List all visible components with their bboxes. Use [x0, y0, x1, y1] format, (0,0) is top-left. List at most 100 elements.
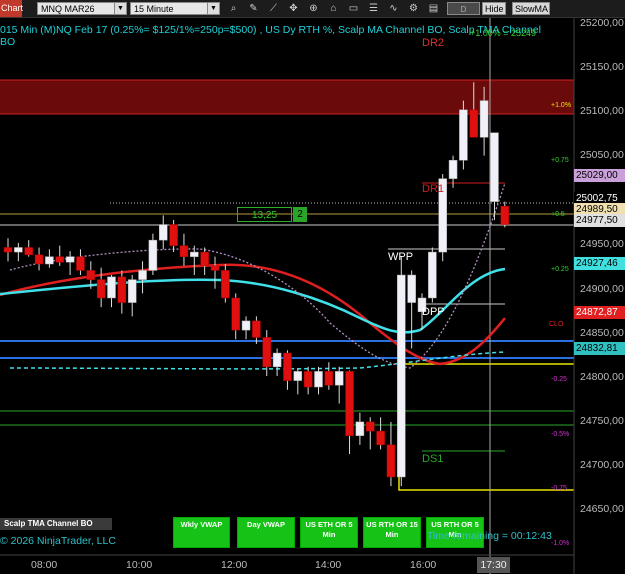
candle-body: [252, 320, 261, 338]
candle-body: [376, 430, 385, 446]
candle-body: [262, 337, 271, 368]
scalp-indicator-label: Scalp TMA Channel BO: [0, 518, 112, 530]
day-vwap-button[interactable]: Day VWAP: [237, 517, 295, 548]
candle-body: [500, 205, 510, 225]
candle-body: [448, 160, 458, 179]
info-line-1: 015 Min (M)NQ Feb 17 (0.25%= $125/1%=250…: [0, 24, 541, 36]
candle-body: [231, 297, 240, 331]
position-avg-price[interactable]: 13,25: [237, 207, 292, 222]
template-icon[interactable]: ▤: [427, 2, 440, 15]
candle-body: [366, 421, 375, 432]
properties-icon[interactable]: ☰: [367, 2, 380, 15]
instrument-value: MNQ MAR26: [41, 4, 95, 14]
candle-body: [221, 270, 230, 299]
candle-body: [386, 444, 396, 478]
copyright-text: © 2026 NinjaTrader, LLC: [0, 535, 116, 547]
dpp-label: DPP: [422, 306, 445, 318]
candle-body: [148, 239, 158, 271]
time-label: 10:00: [126, 559, 153, 571]
candle-body: [86, 270, 96, 280]
price-axis-label: 24800,00: [580, 371, 624, 383]
candle-body: [45, 256, 54, 265]
instrument-selector[interactable]: MNQ MAR26 ▼: [37, 2, 127, 15]
time-label: 14:00: [315, 559, 342, 571]
pan-icon[interactable]: ✥: [287, 2, 300, 15]
candle-body: [169, 224, 178, 246]
candle-body: [345, 371, 354, 436]
dvwap-button[interactable]: D VWAP: [447, 2, 480, 27]
candle-body: [159, 224, 168, 241]
price-axis-label: 24850,00: [580, 327, 624, 339]
draw-pencil-icon[interactable]: ✎: [247, 2, 260, 15]
chart-info-text: 015 Min (M)NQ Feb 17 (0.25%= $125/1%=250…: [0, 24, 541, 48]
us-rth-or-15-button[interactable]: US RTH OR 15 Min: [363, 517, 421, 548]
hide-button[interactable]: Hide: [482, 2, 506, 15]
candle-body: [138, 270, 147, 280]
candle-body: [117, 276, 127, 303]
candle-body: [200, 251, 209, 267]
indicators-icon[interactable]: ∿: [387, 2, 400, 15]
candle-body: [314, 371, 323, 388]
candle-body: [3, 247, 13, 253]
candle-body: [324, 371, 334, 386]
candle-body: [55, 256, 64, 263]
us-eth-or-5-button[interactable]: US ETH OR 5 Min: [300, 517, 358, 548]
price-tag: 25029,00: [574, 169, 625, 182]
candle-body: [293, 371, 303, 381]
strategies-icon[interactable]: ⚙: [407, 2, 420, 15]
price-axis-label: 24650,00: [580, 503, 624, 515]
candle-body: [283, 352, 292, 381]
slowma-button[interactable]: SlowMA: [512, 2, 550, 15]
pct-plus-025: +0.25: [551, 266, 569, 273]
candle-body: [190, 251, 199, 257]
magnet-icon[interactable]: ⌂: [327, 2, 340, 15]
price-tag: 24872,87: [574, 306, 625, 319]
candle-body: [127, 279, 137, 303]
pct-minus-025: -0.25: [551, 376, 567, 383]
chevron-down-icon: ▼: [114, 3, 126, 14]
pct-minus-050: -0.5%: [551, 431, 570, 438]
candle-body: [428, 251, 437, 299]
candle-body: [34, 254, 44, 265]
candle-body: [479, 100, 489, 138]
toolbar: Chart MNQ MAR26 ▼ 15 Minute ▼ ⌕ ✎ ⟋ ✥ ⊕ …: [0, 0, 625, 27]
pct-minus-075: -0.75: [551, 485, 567, 492]
candle-body: [355, 421, 365, 436]
price-axis-label: 25050,00: [580, 149, 624, 161]
price-axis-label: 24700,00: [580, 459, 624, 471]
candle-body: [459, 109, 468, 161]
zoom-icon[interactable]: ⌕: [227, 2, 240, 15]
chart-canvas[interactable]: [0, 18, 625, 574]
candle-body: [241, 320, 251, 331]
candle-body: [334, 371, 344, 386]
price-axis-label: 25150,00: [580, 61, 624, 73]
candle-body: [210, 265, 220, 271]
pct-plus-050: +0.5: [551, 211, 565, 218]
price-tag: 24832,81: [574, 342, 625, 355]
pct-plus-100: +1.0%: [551, 102, 572, 109]
chart-tab[interactable]: Chart: [0, 0, 23, 17]
wkly-vwap-button[interactable]: Wkly VWAP: [173, 517, 230, 548]
crosshair-icon[interactable]: ⊕: [307, 2, 320, 15]
candle-body: [490, 132, 499, 202]
price-tag: 24927,46: [574, 257, 625, 270]
price-axis-label: 24950,00: [580, 238, 624, 250]
price-tag: 24977,50: [574, 214, 625, 227]
price-axis-label: 25100,00: [580, 105, 624, 117]
current-time-marker: 17:30: [477, 557, 510, 573]
dr2-label: DR2: [422, 37, 445, 49]
candle-body: [272, 352, 282, 368]
price-axis-label: 25200,00: [580, 17, 624, 29]
line-tool-icon[interactable]: ⟋: [267, 2, 280, 15]
interval-selector[interactable]: 15 Minute ▼: [130, 2, 220, 15]
time-remaining-text: Time remaining = 00:12:43: [427, 530, 552, 542]
time-label: 16:00: [410, 559, 437, 571]
ruler-icon[interactable]: ▭: [347, 2, 360, 15]
pct-minus-100: -1.0%: [551, 540, 570, 547]
candle-body: [469, 109, 478, 138]
position-quantity[interactable]: 2: [293, 207, 307, 222]
interval-value: 15 Minute: [134, 4, 174, 14]
candle-body: [76, 256, 85, 271]
wpp-label: WPP: [388, 251, 414, 263]
close-level-label: CLO: [549, 321, 564, 328]
